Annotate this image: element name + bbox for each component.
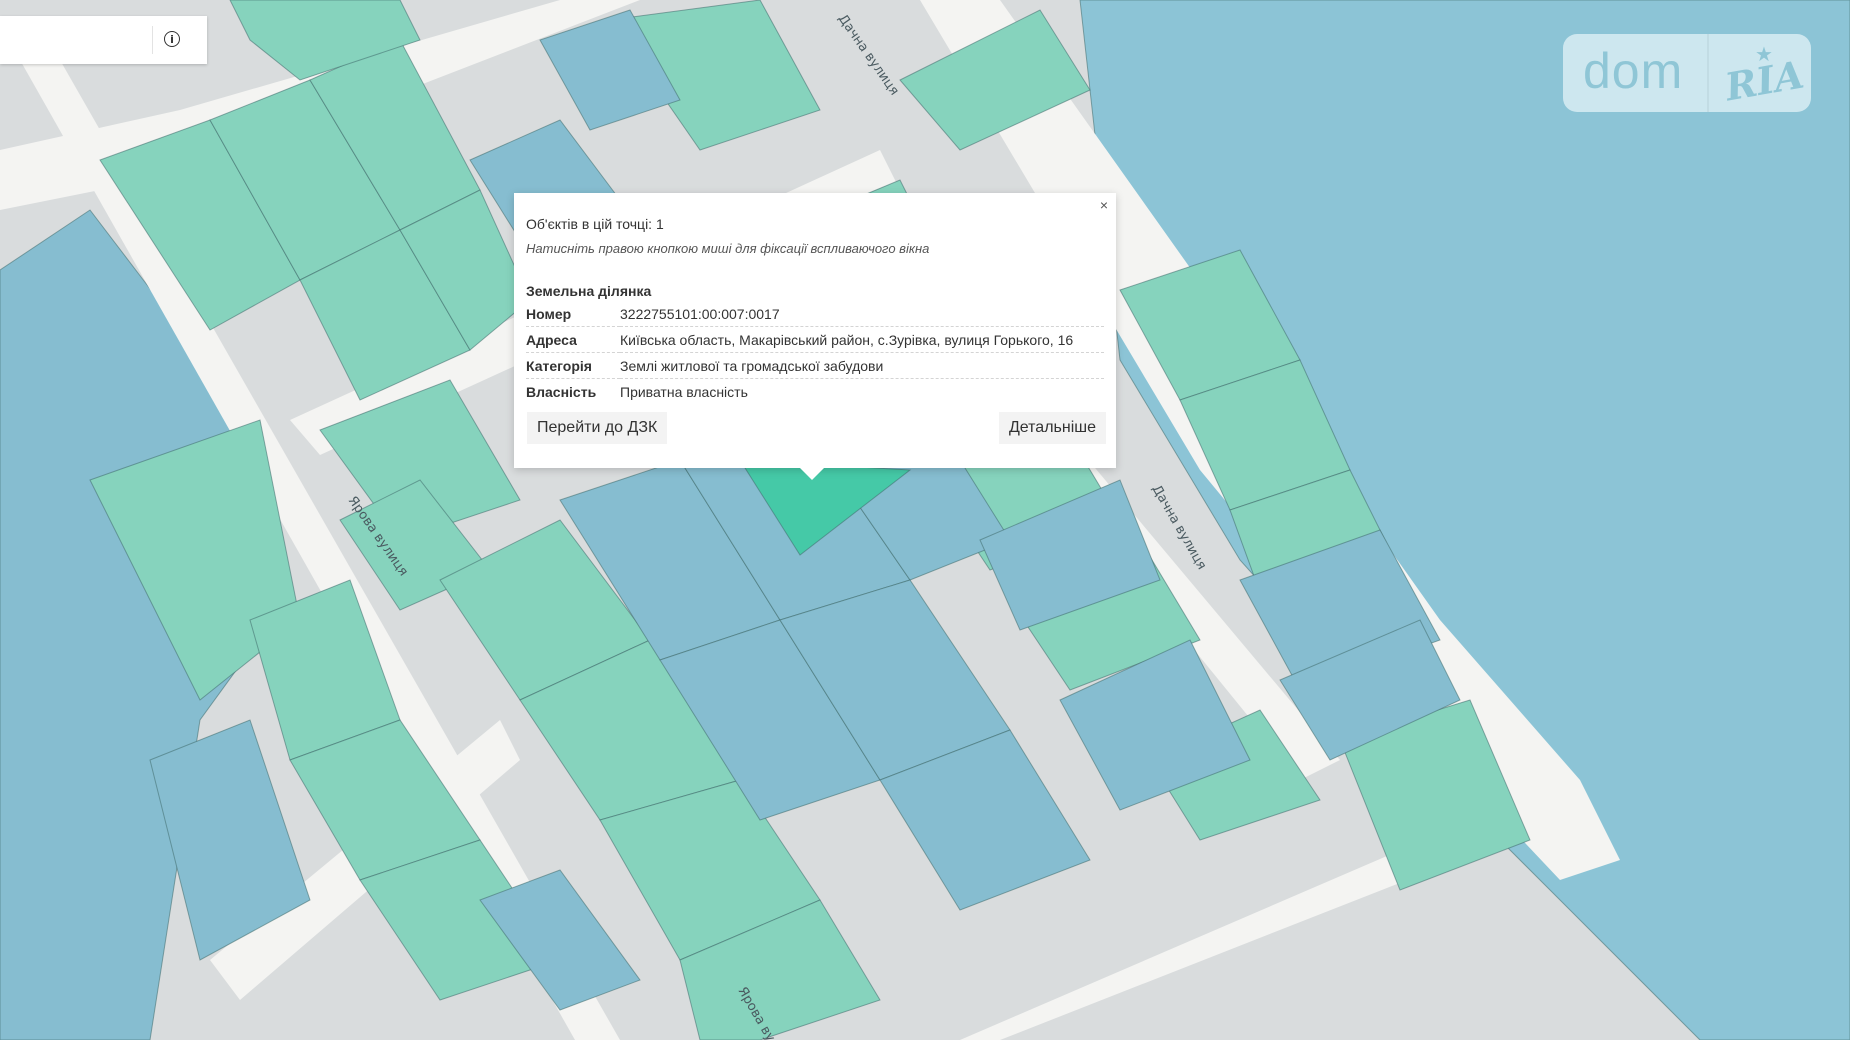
street-label: Дачна вулиця xyxy=(835,12,902,99)
info-icon[interactable]: i xyxy=(164,31,180,47)
property-key: Категорія xyxy=(526,352,620,379)
property-value: Приватна власність xyxy=(620,383,748,400)
logo-ria-text: RIA xyxy=(1721,51,1808,110)
logo-separator xyxy=(1707,34,1709,112)
close-icon[interactable]: × xyxy=(1100,197,1108,213)
map-canvas[interactable]: Дачна вулиця Ярова вулиця Дачна вулиця Я… xyxy=(0,0,1850,1040)
property-row: Категорія Землі житлової та громадської … xyxy=(526,352,1104,379)
property-key: Номер xyxy=(526,301,620,327)
objects-count: Об'єктів в цій точці: 1 xyxy=(526,216,664,232)
property-value: 3222755101:00:007:0017 xyxy=(620,301,1104,327)
property-key: Власність xyxy=(526,383,597,400)
parcel-properties: Номер 3222755101:00:007:0017 Адреса Київ… xyxy=(526,301,1104,404)
logo: dom ★ RIA xyxy=(1563,34,1811,112)
details-button[interactable]: Детальніше xyxy=(998,412,1106,444)
popup-hint: Натисніть правою кнопкою миші для фіксац… xyxy=(526,241,930,256)
parcel-popup[interactable]: × Об'єктів в цій точці: 1 Натисніть прав… xyxy=(514,193,1116,468)
property-value: Землі житлової та громадської забудови xyxy=(620,352,1104,379)
property-row: Адреса Київська область, Макарівський ра… xyxy=(526,326,1104,353)
parcel-east-large[interactable] xyxy=(1079,0,1850,1040)
property-row: Номер 3222755101:00:007:0017 xyxy=(526,301,1104,327)
property-value: Київська область, Макарівський район, с.… xyxy=(620,326,1104,353)
go-to-dzk-button[interactable]: Перейти до ДЗК xyxy=(527,412,668,444)
property-key: Адреса xyxy=(526,326,620,353)
cadastral-map[interactable]: Дачна вулиця Ярова вулиця Дачна вулиця Я… xyxy=(0,0,1850,1040)
section-title: Земельна ділянка xyxy=(526,283,652,299)
logo-dom-text: dom xyxy=(1583,43,1684,99)
popup-pointer xyxy=(800,468,824,480)
property-row: Власність Приватна власність xyxy=(526,379,1104,405)
widget-separator xyxy=(152,26,153,54)
